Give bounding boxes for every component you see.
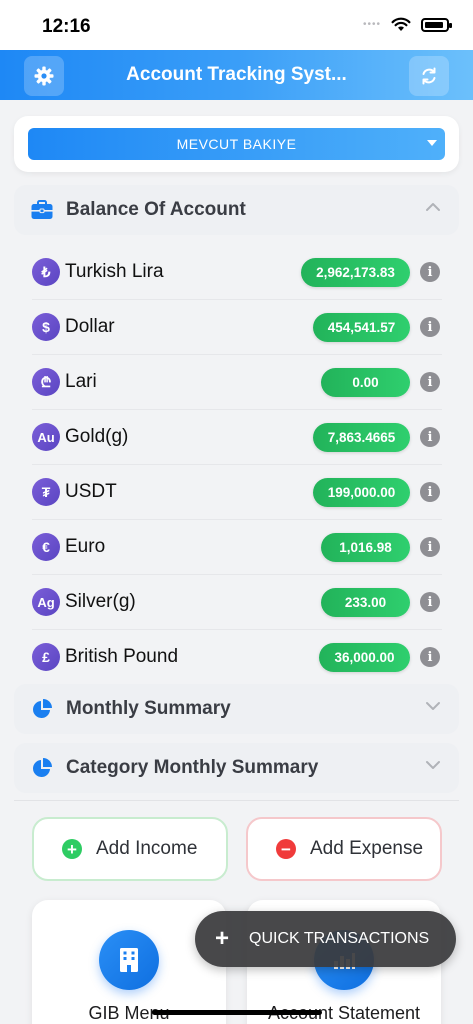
currency-name: Euro (65, 536, 106, 557)
quick-transactions-label: QUICK TRANSACTIONS (249, 930, 430, 947)
divider (14, 800, 459, 801)
balance-row-lari[interactable]: ₾ Lari 0.00 i (32, 355, 442, 410)
amount-badge: 199,000.00 (313, 478, 410, 507)
balance-row-dollar[interactable]: $ Dollar 454,541.57 i (32, 300, 442, 355)
info-icon[interactable]: i (420, 537, 440, 557)
settings-button[interactable] (24, 56, 64, 96)
balance-row-turkish-lira[interactable]: ₺ Turkish Lira 2,962,173.83 i (32, 245, 442, 300)
amount-badge: 36,000.00 (319, 643, 410, 672)
section-title: Monthly Summary (66, 698, 231, 719)
currency-name: British Pound (65, 646, 179, 667)
monthly-summary-header[interactable]: Monthly Summary (14, 684, 459, 734)
refresh-button[interactable] (409, 56, 449, 96)
amount-badge: 7,863.4665 (313, 423, 410, 452)
add-expense-label: Add Expense (310, 838, 424, 859)
lira-icon: ₺ (32, 258, 60, 286)
minus-circle-icon: − (276, 839, 296, 859)
amount-badge: 2,962,173.83 (301, 258, 410, 287)
chevron-up-icon (426, 203, 440, 211)
balance-row-silver[interactable]: Ag Silver(g) 233.00 i (32, 575, 442, 630)
add-expense-button[interactable]: − Add Expense (246, 817, 442, 881)
section-title: Balance Of Account (66, 199, 246, 220)
wifi-icon (391, 17, 411, 31)
home-indicator (152, 1010, 322, 1015)
euro-icon: € (32, 533, 60, 561)
pie-chart-icon (30, 756, 54, 780)
app-header: Account Tracking Syst... (0, 50, 473, 100)
plus-circle-icon: + (62, 839, 82, 859)
currency-name: Gold(g) (65, 426, 129, 447)
status-icons: •••• (362, 17, 452, 32)
info-icon[interactable]: i (420, 317, 440, 337)
battery-icon (421, 17, 452, 32)
refresh-icon (422, 67, 436, 85)
usdt-icon: ₮ (32, 478, 60, 506)
pie-chart-icon (30, 697, 54, 721)
silver-icon: Ag (32, 588, 60, 616)
page-title: Account Tracking Syst... (126, 64, 347, 85)
amount-badge: 0.00 (321, 368, 410, 397)
plus-icon: + (215, 925, 230, 952)
add-income-button[interactable]: + Add Income (32, 817, 228, 881)
balance-type-select[interactable]: MEVCUT BAKIYE (28, 128, 445, 160)
quick-transactions-button[interactable]: + QUICK TRANSACTIONS (195, 911, 456, 967)
amount-badge: 233.00 (321, 588, 410, 617)
building-icon (99, 930, 159, 990)
balance-row-usdt[interactable]: ₮ USDT 199,000.00 i (32, 465, 442, 520)
dollar-icon: $ (32, 313, 60, 341)
status-time: 12:16 (42, 16, 91, 37)
chevron-down-icon (426, 702, 440, 710)
currency-name: USDT (65, 481, 117, 502)
briefcase-icon (30, 198, 54, 222)
info-icon[interactable]: i (420, 372, 440, 392)
balance-row-gold[interactable]: Au Gold(g) 7,863.4665 i (32, 410, 442, 465)
balance-row-euro[interactable]: € Euro 1,016.98 i (32, 520, 442, 575)
lari-icon: ₾ (32, 368, 60, 396)
currency-name: Turkish Lira (65, 261, 164, 282)
add-income-label: Add Income (96, 838, 198, 859)
info-icon[interactable]: i (420, 427, 440, 447)
info-icon[interactable]: i (420, 647, 440, 667)
info-icon[interactable]: i (420, 592, 440, 612)
info-icon[interactable]: i (420, 482, 440, 502)
balance-section-header[interactable]: Balance Of Account (14, 185, 459, 235)
amount-badge: 1,016.98 (321, 533, 410, 562)
section-title: Category Monthly Summary (66, 757, 319, 778)
balance-list: ₺ Turkish Lira 2,962,173.83 i $ Dollar 4… (32, 245, 442, 685)
chevron-down-icon (426, 761, 440, 769)
balance-row-british-pound[interactable]: £ British Pound 36,000.00 i (32, 630, 442, 685)
gold-icon: Au (32, 423, 60, 451)
pound-icon: £ (32, 643, 60, 671)
category-summary-header[interactable]: Category Monthly Summary (14, 743, 459, 793)
status-bar: 12:16 •••• (0, 0, 473, 50)
caret-down-icon (427, 140, 437, 146)
currency-name: Lari (65, 371, 97, 392)
select-value: MEVCUT BAKIYE (176, 136, 297, 152)
selector-card: MEVCUT BAKIYE (14, 116, 459, 172)
gib-menu-tile[interactable]: GIB Menu (32, 900, 226, 1024)
currency-name: Dollar (65, 316, 115, 337)
signal-dots-icon: •••• (362, 19, 381, 30)
info-icon[interactable]: i (420, 262, 440, 282)
amount-badge: 454,541.57 (313, 313, 410, 342)
currency-name: Silver(g) (65, 591, 136, 612)
gear-icon (34, 66, 54, 86)
